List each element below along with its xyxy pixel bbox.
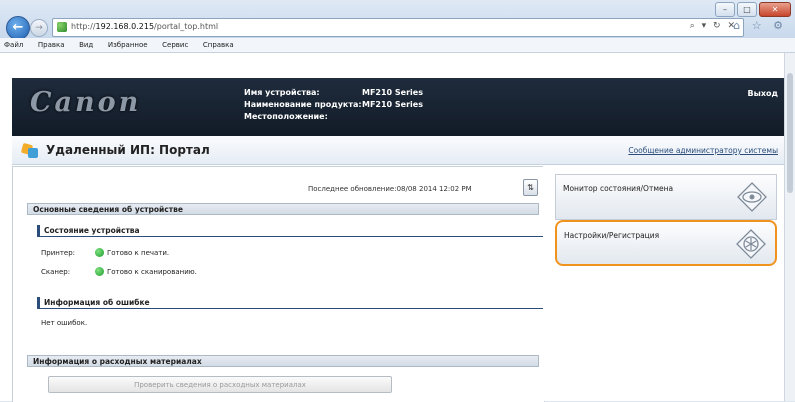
scrollbar-thumb[interactable]: [787, 73, 793, 193]
device-info: Имя устройства: MF210 Series Наименование…: [244, 87, 423, 123]
product-name-value: MF210 Series: [362, 100, 423, 109]
scanner-label: Сканер:: [41, 268, 71, 276]
vertical-scrollbar[interactable]: [784, 53, 795, 401]
maximize-button[interactable]: □: [737, 2, 757, 17]
product-name-label: Наименование продукта:: [244, 100, 362, 109]
close-button[interactable]: ✕: [759, 2, 791, 17]
address-bar[interactable]: http://192.168.0.215/portal_top.html ⌕ ▾…: [52, 18, 744, 37]
back-arrow-icon[interactable]: ←: [6, 16, 30, 40]
browser-titlebar: – □ ✕ ← → http://192.168.0.215/portal_to…: [0, 0, 795, 40]
settings-registration-button[interactable]: Настройки/Регистрация: [555, 220, 777, 266]
menu-file[interactable]: Файл: [4, 38, 23, 52]
logo: Canon: [30, 87, 142, 118]
scanner-status-text: Готово к сканированию.: [107, 268, 197, 276]
last-update-text: Последнее обновление:08/08 2014 12:02 PM: [308, 185, 472, 193]
printer-status-icon: [95, 248, 104, 257]
settings-registration-label: Настройки/Регистрация: [564, 231, 660, 240]
side-panel: Монитор состояния/Отмена Настройки/Регис…: [543, 166, 784, 401]
status-monitor-label: Монитор состояния/Отмена: [563, 184, 674, 193]
portal-icon: [20, 142, 38, 158]
browser-menubar: Файл Правка Вид Избранное Сервис Справка: [0, 38, 795, 53]
printer-status-text: Готово к печати.: [107, 249, 170, 257]
check-consumables-button[interactable]: Проверить сведения о расходных материала…: [48, 376, 392, 393]
page-title: Удаленный ИП: Портал: [46, 143, 210, 157]
menu-edit[interactable]: Правка: [38, 38, 65, 52]
location-label: Местоположение:: [244, 112, 328, 121]
device-name-value: MF210 Series: [362, 88, 423, 97]
admin-message-link[interactable]: Сообщение администратору системы: [628, 146, 778, 155]
device-header: Canon Имя устройства: MF210 Series Наимен…: [12, 78, 784, 136]
eye-diamond-icon: [737, 182, 767, 212]
logout-link[interactable]: Выход: [748, 89, 778, 98]
home-favorites-tools-icons[interactable]: ⌂ ☆ ⚙: [733, 19, 787, 32]
scanner-status-row: Сканер: Готово к сканированию.: [41, 267, 197, 276]
forward-arrow-icon[interactable]: →: [30, 19, 48, 37]
error-text: Нет ошибок.: [41, 319, 88, 327]
printer-label: Принтер:: [41, 249, 76, 257]
device-status-header: Состояние устройства: [37, 225, 543, 237]
basic-info-header: Основные сведения об устройстве: [27, 203, 539, 215]
address-url[interactable]: http://192.168.0.215/portal_top.html: [71, 22, 218, 31]
error-info-header: Информация об ошибке: [37, 297, 543, 309]
device-name-label: Имя устройства:: [244, 88, 320, 97]
menu-tools[interactable]: Сервис: [162, 38, 188, 52]
menu-view[interactable]: Вид: [79, 38, 93, 52]
minimize-button[interactable]: –: [715, 2, 735, 17]
status-monitor-button[interactable]: Монитор состояния/Отмена: [555, 174, 777, 220]
refresh-button[interactable]: ⇅: [523, 179, 538, 196]
asterisk-diamond-icon: [736, 229, 766, 259]
window-controls: – □ ✕: [715, 2, 791, 17]
favicon-icon: [57, 22, 67, 32]
main-panel: Последнее обновление:08/08 2014 12:02 PM…: [12, 166, 545, 402]
menu-help[interactable]: Справка: [203, 38, 234, 52]
menu-favorites[interactable]: Избранное: [108, 38, 148, 52]
portal-bar: Удаленный ИП: Портал Сообщение администр…: [12, 136, 784, 165]
consumables-header: Информация о расходных материалах: [27, 355, 539, 367]
address-tools-icons[interactable]: ⌕ ▾ ↻ ✕: [690, 21, 737, 31]
printer-status-row: Принтер: Готово к печати.: [41, 248, 169, 257]
scanner-status-icon: [95, 267, 104, 276]
